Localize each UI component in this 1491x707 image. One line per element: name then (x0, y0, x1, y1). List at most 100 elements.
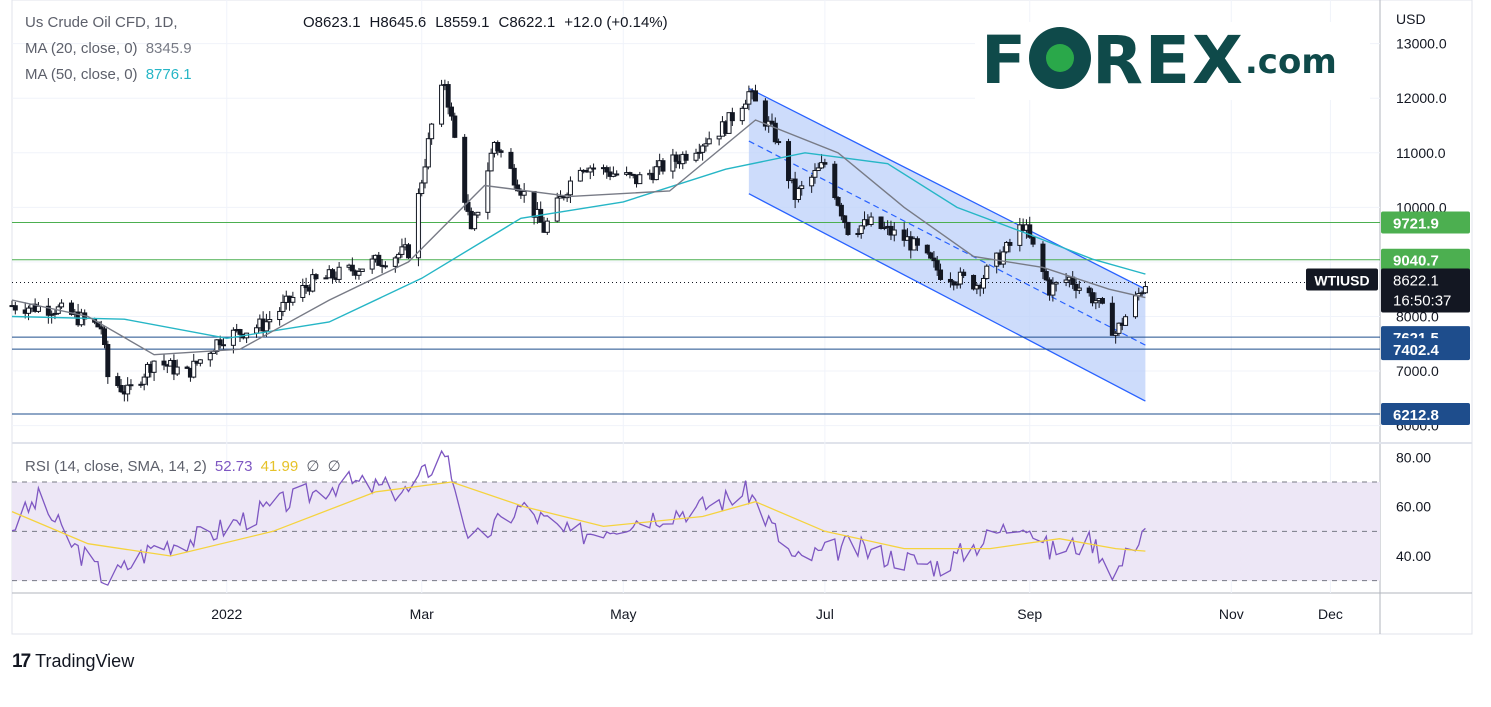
candle-body (472, 214, 478, 230)
candle-body (1076, 287, 1082, 291)
candle-body (673, 154, 679, 162)
candle-body (263, 321, 269, 332)
candle-body (237, 329, 243, 335)
rsi-legend[interactable]: RSI (14, close, SMA, 14, 2) 52.73 41.99 … (25, 457, 341, 475)
candle-body (207, 352, 213, 361)
candle-body (102, 328, 108, 346)
candle-body (511, 167, 517, 186)
candle-body (554, 197, 560, 222)
candle-body (683, 153, 689, 161)
candle-body (161, 360, 167, 366)
candle-body (984, 265, 990, 279)
candle-body (485, 170, 491, 213)
rsi-value: 52.73 (214, 458, 253, 475)
candle-body (425, 138, 431, 168)
candle-body (1000, 251, 1006, 265)
countdown-tag: 16:50:37 (1393, 293, 1451, 310)
tradingview-attribution[interactable]: 17 TradingView (12, 651, 134, 673)
candle-body (220, 344, 226, 347)
candle-body (822, 162, 828, 165)
candle-body (115, 376, 121, 387)
currency-label: USD (1396, 11, 1426, 27)
candle-body (12, 305, 18, 311)
ma20-legend[interactable]: MA (20, close, 0) 8345.9 (25, 40, 192, 57)
candle-body (795, 188, 801, 200)
candle-body (277, 310, 283, 321)
candle-body (653, 166, 659, 181)
ohlc-close: C8622.1 (498, 14, 556, 31)
candle-body (254, 327, 260, 334)
candle-body (392, 257, 398, 267)
candle-body (577, 169, 583, 182)
candle-body (838, 204, 844, 217)
rsi-extra-2: ∅ (327, 458, 341, 475)
candle-body (376, 254, 382, 266)
ohlc-low: L8559.1 (435, 14, 490, 31)
candle-body (1132, 295, 1138, 318)
candle-body (488, 152, 494, 172)
rsi-extra-1: ∅ (306, 458, 320, 475)
candle-body (429, 123, 435, 140)
ohlc-open: O8623.1 (303, 14, 361, 31)
price-tick-label: 13000.0 (1396, 36, 1447, 52)
candle-body (544, 220, 550, 233)
candle-body (359, 268, 365, 272)
time-label-may: May (610, 606, 636, 622)
candle-body (141, 376, 147, 385)
candle-body (938, 269, 944, 280)
symbol-legend: Us Crude Oil CFD, 1D, (25, 14, 178, 31)
ma50-value: 8776.1 (145, 66, 192, 83)
candle-body (475, 211, 481, 216)
ohlc-high: H8645.6 (369, 14, 427, 31)
ma20-value: 8345.9 (145, 40, 192, 57)
time-label-2022: 2022 (211, 606, 242, 622)
level-tag-0: 9721.9 (1393, 216, 1439, 233)
time-label-mar: Mar (410, 606, 434, 622)
symbol-tag: WTIUSD (1314, 273, 1369, 289)
chart-container[interactable]: 2022 Mar May Jul Sep Nov Dec 13000.0 12000.0 1100… (0, 0, 1491, 702)
candle-body (706, 138, 712, 145)
candle-body (1123, 316, 1129, 326)
ohlc-change: +12.0 (+0.14%) (564, 14, 668, 31)
level-tag-1: 9040.7 (1393, 253, 1439, 270)
candle-body (835, 197, 841, 206)
candle-body (567, 180, 573, 196)
time-label-nov: Nov (1219, 606, 1244, 622)
candle-body (1050, 283, 1056, 296)
price-chart[interactable]: 2022 Mar May Jul Sep Nov Dec 13000.0 12000.0 1100… (0, 0, 1491, 702)
candle-body (1099, 298, 1105, 304)
candle-body (151, 360, 157, 373)
candle-body (396, 253, 402, 259)
time-label-jul: Jul (816, 606, 834, 622)
candle-body (128, 384, 134, 387)
candle-body (498, 150, 504, 153)
candle-body (382, 265, 388, 268)
candle-body (980, 277, 986, 289)
candle-body (356, 270, 362, 276)
candle-body (415, 193, 421, 259)
logo-letter-f: F (981, 22, 1029, 99)
candle-body (336, 266, 342, 280)
price-tick-label: 7000.0 (1396, 363, 1439, 379)
candle-body (125, 384, 131, 395)
ma50-legend[interactable]: MA (50, close, 0) 8776.1 (25, 66, 192, 83)
candle-body (637, 174, 643, 185)
tradingview-logo-icon: 17 (12, 651, 31, 672)
ma20-label: MA (20, close, 0) (25, 40, 138, 57)
candle-body (508, 151, 514, 169)
candle-body (1142, 286, 1148, 294)
candle-body (290, 296, 296, 303)
candle-body (35, 305, 41, 312)
candle-body (197, 359, 203, 364)
candle-body (1043, 271, 1049, 281)
level-tag-3: 7402.4 (1393, 342, 1440, 359)
candle-body (174, 366, 180, 375)
candle-body (832, 163, 838, 199)
candle-body (105, 344, 111, 378)
candle-body (776, 141, 782, 144)
rsi-tick-label: 40.00 (1396, 548, 1431, 564)
logo-suffix: .com (1244, 42, 1337, 82)
candle-body (313, 274, 319, 280)
ma50-label: MA (50, close, 0) (25, 66, 138, 83)
price-tick-label: 12000.0 (1396, 90, 1447, 106)
